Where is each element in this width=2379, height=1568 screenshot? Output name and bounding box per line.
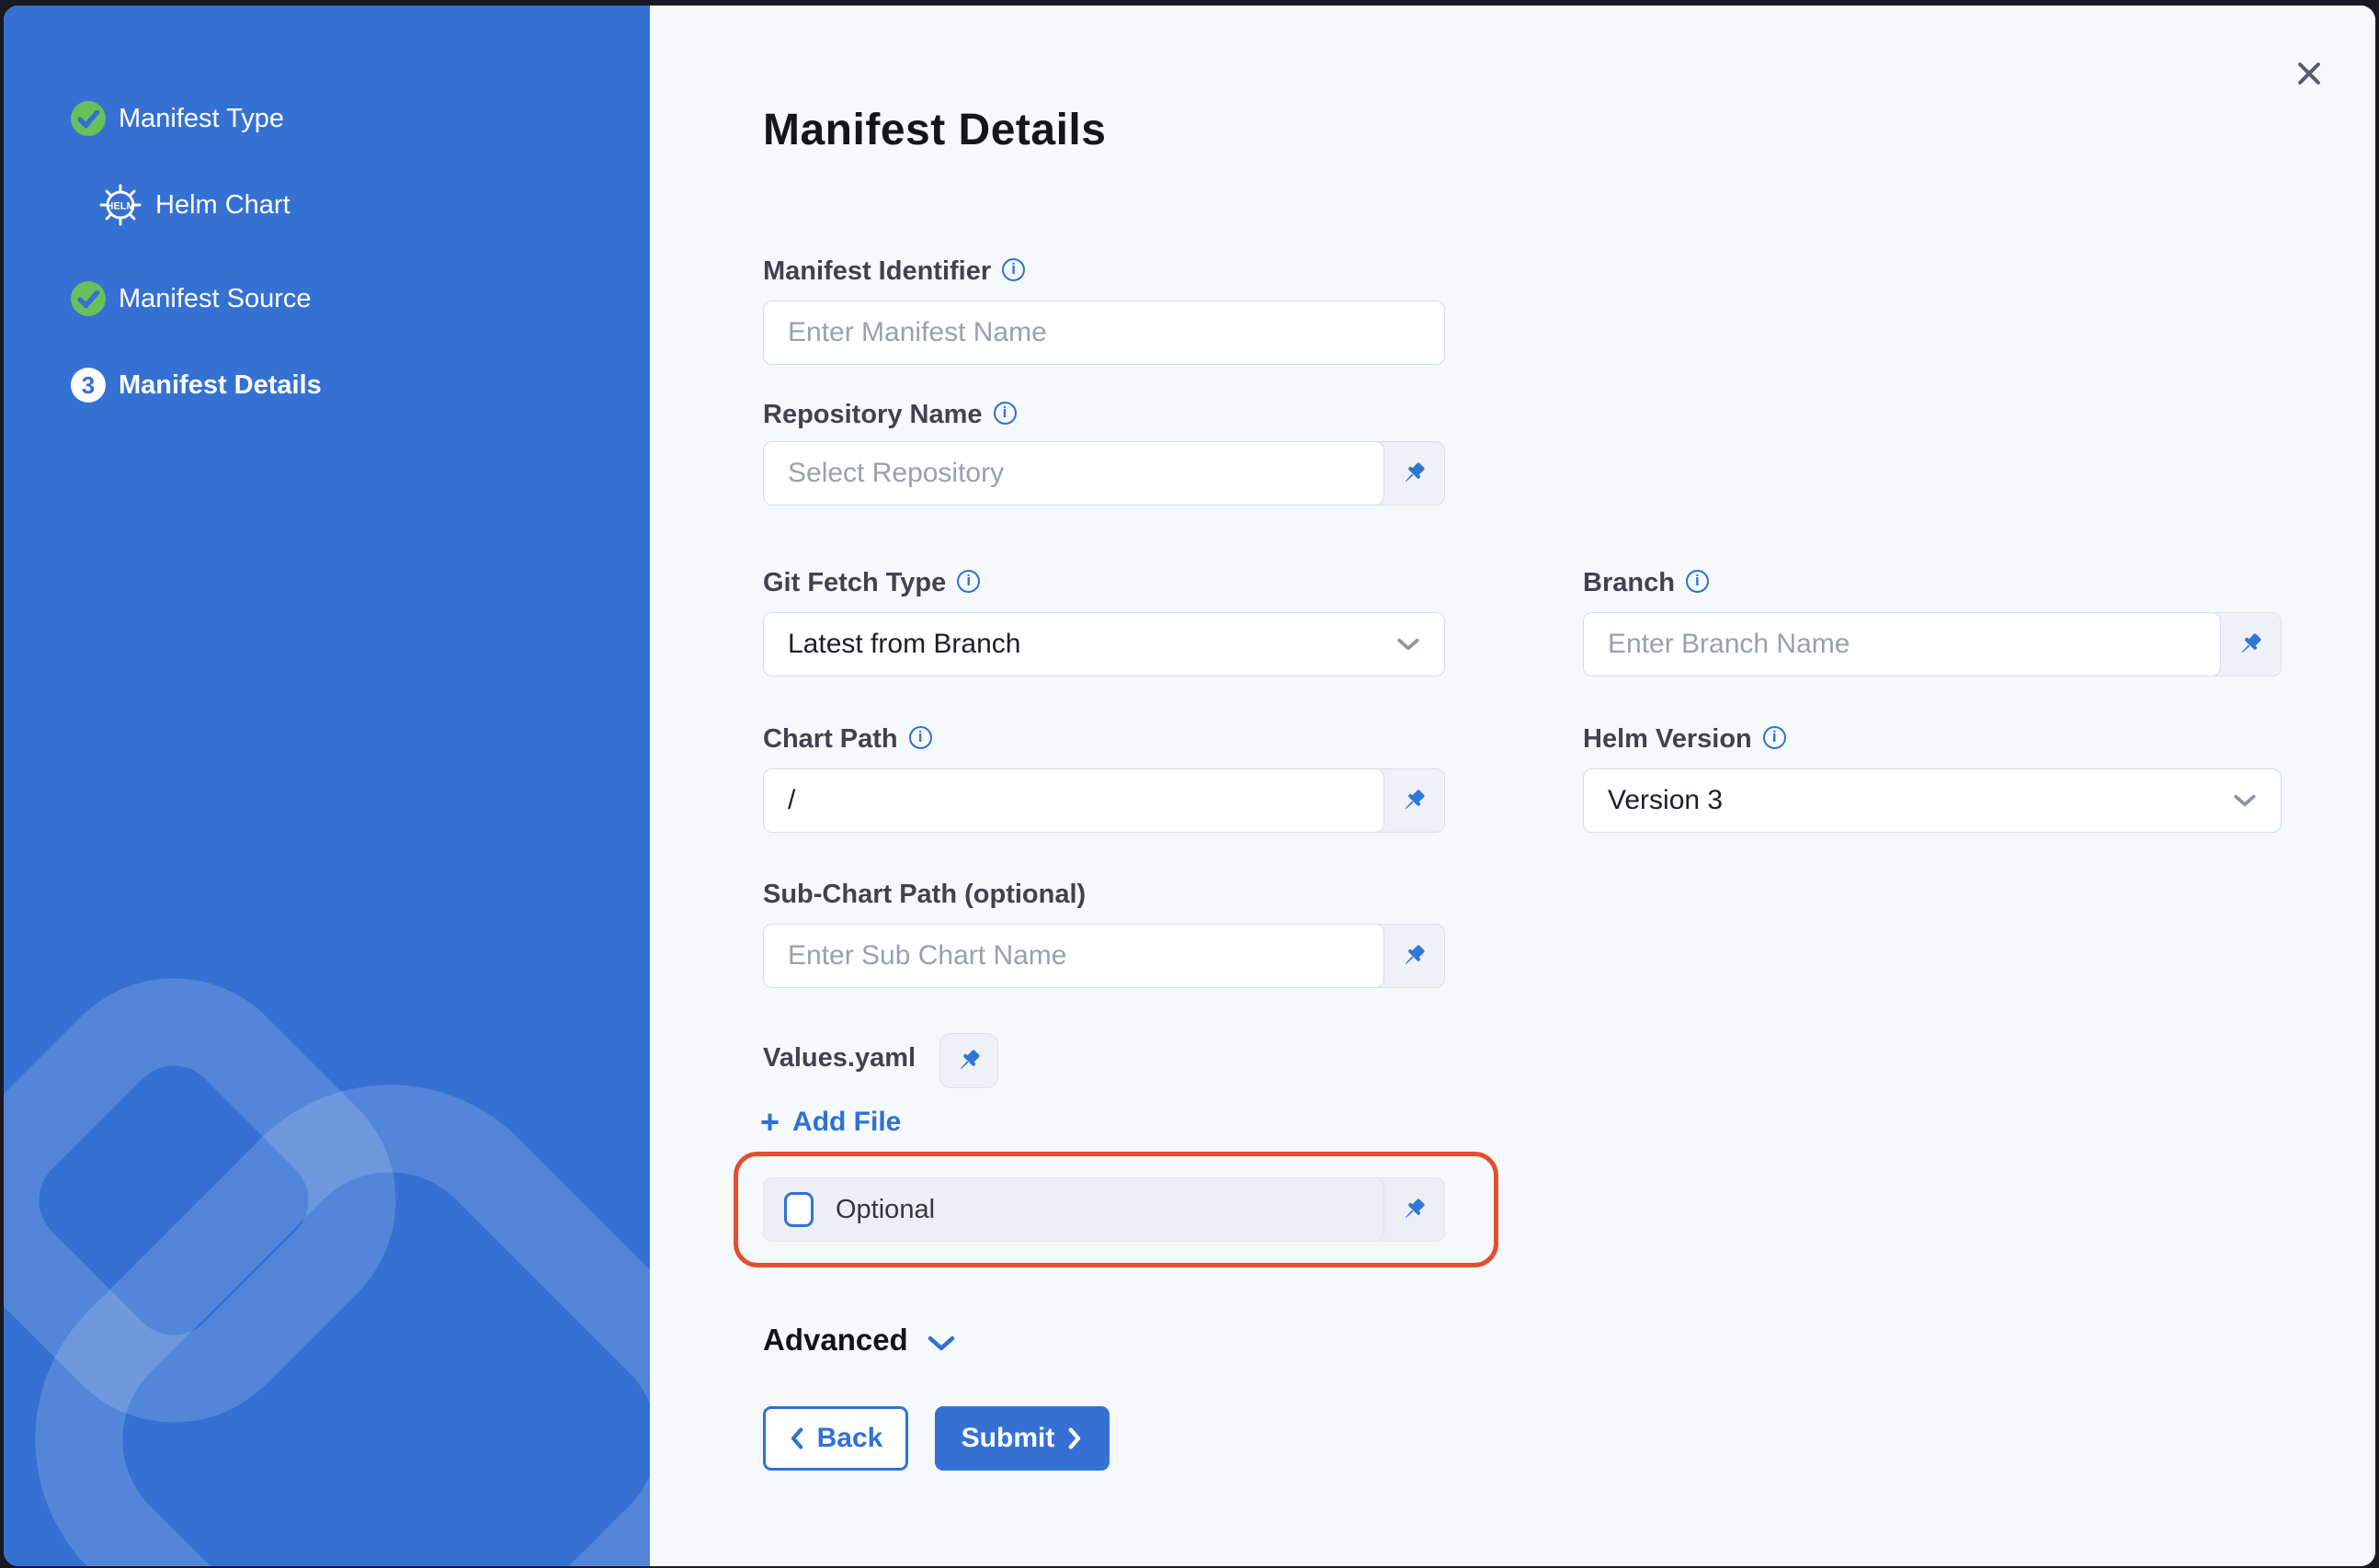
repository-name-input[interactable] [763,441,1384,506]
info-icon[interactable]: i [1686,570,1709,593]
info-icon[interactable]: i [1763,726,1786,749]
git-fetch-type-select[interactable]: Latest from Branch [763,612,1445,676]
git-fetch-type-label: Git Fetch Type i [763,567,980,598]
values-yaml-label: Values.yaml [763,1042,916,1074]
info-icon[interactable]: i [994,402,1017,425]
wizard-sidebar: Manifest Type HELM Helm Chart [4,6,650,1566]
substep-label: Helm Chart [155,190,290,221]
step-complete-icon [71,101,106,136]
chevron-right-icon [1067,1426,1083,1450]
advanced-toggle[interactable]: Advanced [763,1323,956,1358]
sub-chart-path-label: Sub-Chart Path (optional) [763,879,1086,910]
manifest-identifier-field [763,301,1445,365]
info-icon[interactable]: i [957,570,980,593]
step-complete-icon [71,281,106,316]
repository-name-field [763,441,1445,506]
values-yaml-pin-button[interactable] [939,1033,998,1088]
close-icon[interactable] [2287,51,2331,96]
helm-version-select[interactable]: Version 3 [1583,768,2282,833]
info-icon[interactable]: i [909,726,932,749]
manifest-identifier-label: Manifest Identifier i [763,256,1025,287]
pin-icon [954,1046,984,1075]
page-title: Manifest Details [763,105,1106,155]
svg-text:HELM: HELM [106,200,134,211]
harness-logo-watermark [4,917,650,1566]
sub-chart-path-field [763,924,1445,988]
step-label: Manifest Details [119,370,322,401]
optional-checkbox-label: Optional [836,1195,935,1225]
step-number-badge: 3 [71,368,106,403]
optional-field-row: Optional [763,1177,1445,1242]
add-file-button[interactable]: + Add File [760,1107,901,1138]
chevron-left-icon [789,1426,804,1450]
sidebar-step-manifest-details[interactable]: 3 Manifest Details [71,368,322,403]
chart-path-input[interactable] [763,768,1384,833]
branch-label: Branch i [1583,567,1709,598]
sidebar-substep-helm-chart: HELM Helm Chart [97,182,290,228]
info-icon[interactable]: i [1002,258,1025,281]
sub-chart-path-input[interactable] [763,924,1384,988]
optional-field: Optional [763,1177,1384,1242]
chevron-down-icon [1396,637,1420,652]
sidebar-step-manifest-type[interactable]: Manifest Type [71,101,284,136]
back-button[interactable]: Back [763,1406,908,1471]
manifest-details-panel: Manifest Details Manifest Identifier i R… [650,6,2375,1566]
repository-name-label: Repository Name i [763,399,1017,430]
branch-input[interactable] [1583,612,2221,676]
manifest-identifier-input[interactable] [763,301,1445,365]
step-label: Manifest Type [119,104,284,134]
branch-field [1583,612,2282,676]
chevron-down-icon [2233,793,2257,808]
optional-checkbox[interactable] [784,1192,814,1227]
step-label: Manifest Source [119,284,312,314]
submit-button[interactable]: Submit [935,1406,1110,1471]
chart-path-field [763,768,1445,833]
plus-icon: + [760,1108,780,1136]
sidebar-step-manifest-source[interactable]: Manifest Source [71,281,312,316]
chevron-down-icon [927,1335,956,1352]
helm-version-label: Helm Version i [1583,723,1786,755]
manifest-wizard-modal: Manifest Type HELM Helm Chart [4,6,2375,1566]
chart-path-label: Chart Path i [763,723,932,755]
helm-wheel-icon: HELM [97,182,143,228]
